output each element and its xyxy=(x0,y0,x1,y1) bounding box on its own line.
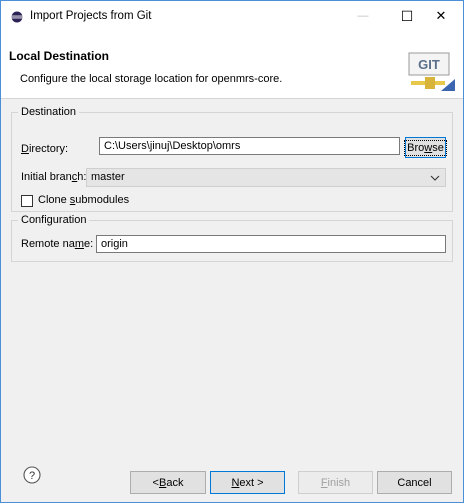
initial-branch-value: master xyxy=(91,171,125,183)
wizard-footer: ? < Back Next > Finish Cancel xyxy=(1,450,463,502)
clone-submodules-checkbox[interactable] xyxy=(21,195,33,207)
minimize-icon: — xyxy=(357,10,369,22)
back-button[interactable]: < Back xyxy=(130,471,206,494)
configuration-group: Configuration Remote name: xyxy=(11,214,453,262)
finish-button[interactable]: Finish xyxy=(298,471,373,494)
remote-name-label: Remote name: xyxy=(21,238,94,250)
remote-name-input[interactable] xyxy=(96,235,446,253)
eclipse-icon xyxy=(11,11,23,23)
page-description: Configure the local storage location for… xyxy=(20,73,283,85)
help-icon[interactable]: ? xyxy=(23,466,41,484)
initial-branch-label: Initial branch: xyxy=(21,171,87,183)
close-button[interactable]: ✕ xyxy=(418,1,464,31)
wizard-content: Destination Directory: Browse Initial br… xyxy=(1,100,463,450)
window-title: Import Projects from Git xyxy=(30,10,152,22)
directory-input[interactable] xyxy=(99,137,400,155)
directory-label: Directory: xyxy=(21,143,69,155)
wizard-header: Local Destination Configure the local st… xyxy=(1,31,463,99)
maximize-icon: ☐ xyxy=(400,7,414,24)
svg-text:?: ? xyxy=(29,470,35,482)
git-logo-text: GIT xyxy=(418,57,440,72)
cancel-button[interactable]: Cancel xyxy=(377,471,452,494)
destination-group: Destination Directory: Browse Initial br… xyxy=(11,106,453,212)
browse-button[interactable]: Browse xyxy=(404,137,447,158)
close-icon: ✕ xyxy=(435,8,447,23)
clone-submodules-label: Clone submodules xyxy=(38,194,130,206)
import-dialog-window: Import Projects from Git — ☐ ✕ Local Des… xyxy=(0,0,464,503)
git-logo-icon: GIT xyxy=(408,52,455,91)
initial-branch-select[interactable]: master xyxy=(86,168,446,187)
chevron-down-icon xyxy=(430,175,440,181)
minimize-button[interactable]: — xyxy=(340,1,386,31)
page-title: Local Destination xyxy=(9,49,110,63)
title-bar: Import Projects from Git — ☐ ✕ xyxy=(1,1,463,31)
destination-legend: Destination xyxy=(18,106,80,118)
configuration-legend: Configuration xyxy=(18,214,90,226)
next-button[interactable]: Next > xyxy=(210,471,285,494)
